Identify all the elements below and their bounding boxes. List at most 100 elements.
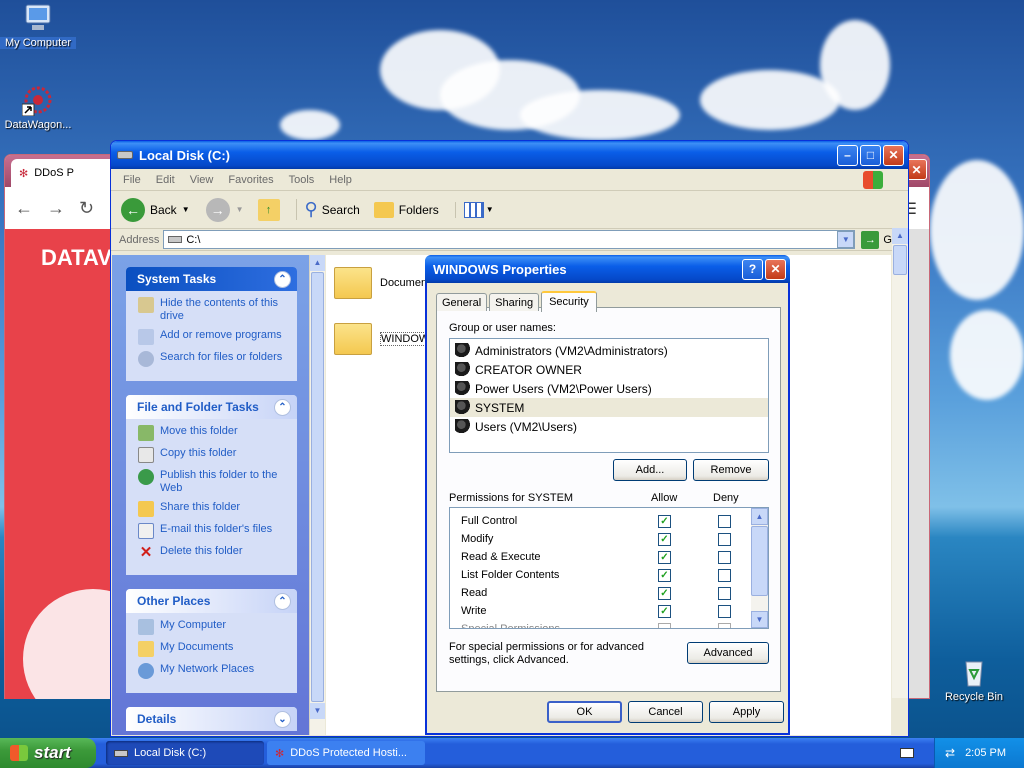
permissions-scrollbar[interactable]: ▲ ▼ [751,508,768,628]
scroll-thumb[interactable] [893,245,907,275]
collapse-chevron-icon[interactable]: ⌃ [274,592,291,610]
deny-checkbox[interactable] [718,605,731,618]
allow-checkbox[interactable]: ✓ [658,515,671,528]
browser-close-button[interactable]: ✕ [906,159,927,180]
place-my-network[interactable]: My Network Places [138,663,287,679]
scroll-down-arrow-icon[interactable]: ▼ [310,703,325,719]
collapse-chevron-icon[interactable]: ⌃ [274,270,291,288]
advanced-button[interactable]: Advanced [687,642,769,664]
task-email-files[interactable]: E-mail this folder's files [138,523,287,539]
user-list-item[interactable]: Users (VM2\Users) [450,417,768,436]
folders-button[interactable]: Folders [373,201,439,218]
task-move-folder[interactable]: Move this folder [138,425,287,441]
browser-tab[interactable]: ✻ DDoS P [11,159,121,187]
allow-checkbox[interactable]: ✓ [658,551,671,564]
users-list[interactable]: Administrators (VM2\Administrators) CREAT… [449,338,769,453]
menu-edit[interactable]: Edit [156,174,175,186]
properties-dialog[interactable]: WINDOWS Properties ? ✕ General Sharing S… [425,255,790,735]
task-pane-scrollbar[interactable]: ▲ ▼ [309,255,325,735]
tab-security[interactable]: Security [541,291,597,312]
dialog-titlebar[interactable]: WINDOWS Properties ? ✕ [425,255,790,283]
deny-checkbox[interactable] [718,533,731,546]
allow-checkbox[interactable]: ✓ [658,569,671,582]
user-list-item[interactable]: Power Users (VM2\Power Users) [450,379,768,398]
tab-general[interactable]: General [436,293,488,311]
task-copy-folder[interactable]: Copy this folder [138,447,287,463]
file-area-scrollbar[interactable]: ▲ [892,228,908,698]
task-search-files[interactable]: Search for files or folders [138,351,287,367]
deny-checkbox[interactable] [718,587,731,600]
menu-tools[interactable]: Tools [289,174,315,186]
task-publish-web[interactable]: Publish this folder to the Web [138,469,287,495]
drive-icon [114,749,128,757]
tab-sharing[interactable]: Sharing [489,293,540,311]
search-button[interactable]: ⚲ Search [295,199,360,220]
close-button[interactable]: ✕ [883,144,904,166]
taskbar-item-browser[interactable]: ✻ DDoS Protected Hosti... [267,741,425,765]
desktop-icon-my-computer[interactable]: My Computer [0,2,76,49]
close-button[interactable]: ✕ [765,258,786,280]
back-button[interactable]: ← Back ▼ [121,197,190,222]
desktop-icon-datawagon[interactable]: DataWagon... [0,84,76,131]
forward-button[interactable]: → [205,197,230,222]
menu-favorites[interactable]: Favorites [228,174,273,186]
copy-folder-icon [138,447,154,463]
desktop-icon-recycle-bin[interactable]: Recycle Bin [936,656,1012,703]
deny-checkbox[interactable] [718,569,731,582]
add-button[interactable]: Add... [613,459,687,481]
scroll-up-arrow-icon[interactable]: ▲ [892,228,908,244]
explorer-titlebar[interactable]: Local Disk (C:) – □ ✕ [111,141,908,169]
cancel-button[interactable]: Cancel [628,701,703,723]
menu-file[interactable]: File [123,174,141,186]
menu-help[interactable]: Help [329,174,352,186]
task-share-folder[interactable]: Share this folder [138,501,287,517]
task-add-remove-programs[interactable]: Add or remove programs [138,329,287,345]
allow-checkbox[interactable]: ✓ [658,533,671,546]
scroll-up-arrow-icon[interactable]: ▲ [310,255,325,271]
allow-checkbox[interactable]: ✓ [658,587,671,600]
user-list-item[interactable]: SYSTEM [450,398,768,417]
maximize-button[interactable]: □ [860,144,881,166]
deny-checkbox[interactable] [718,623,731,628]
system-tasks-header[interactable]: System Tasks ⌃ [126,267,297,291]
other-places-header[interactable]: Other Places ⌃ [126,589,297,613]
scroll-up-arrow-icon[interactable]: ▲ [751,508,768,525]
scroll-down-arrow-icon[interactable]: ▼ [751,611,768,628]
reload-icon[interactable]: ↻ [79,198,94,219]
apply-button[interactable]: Apply [709,701,784,723]
up-folder-button[interactable]: ↑ [257,198,280,221]
deny-checkbox[interactable] [718,515,731,528]
views-button[interactable]: ▼ [454,201,494,218]
chevron-down-icon[interactable]: ▼ [236,205,244,214]
file-folder-tasks-header[interactable]: File and Folder Tasks ⌃ [126,395,297,419]
menu-view[interactable]: View [190,174,214,186]
remove-button[interactable]: Remove [693,459,769,481]
task-delete-folder[interactable]: ✕ Delete this folder [138,545,287,561]
expand-chevron-icon[interactable]: ⌄ [274,710,291,728]
keyboard-icon[interactable] [900,748,914,758]
taskbar-item-explorer[interactable]: Local Disk (C:) [106,741,264,765]
minimize-button[interactable]: – [837,144,858,166]
file-item[interactable]: Documen [334,267,427,299]
forward-arrow-icon[interactable]: → [47,198,65,219]
back-arrow-icon[interactable]: ← [15,198,33,219]
start-button[interactable]: start [0,738,96,768]
place-my-documents[interactable]: My Documents [138,641,287,657]
user-list-item[interactable]: CREATOR OWNER [450,360,768,379]
file-item[interactable]: WINDOW [334,323,431,355]
details-header[interactable]: Details ⌄ [126,707,297,731]
place-my-computer[interactable]: My Computer [138,619,287,635]
collapse-chevron-icon[interactable]: ⌃ [274,398,291,416]
scroll-thumb[interactable] [311,272,324,702]
address-input[interactable]: C:\ ▼ [163,230,856,249]
ok-button[interactable]: OK [547,701,622,723]
allow-checkbox[interactable]: ✓ [658,605,671,618]
help-button[interactable]: ? [742,258,763,280]
deny-checkbox[interactable] [718,551,731,564]
address-dropdown-button[interactable]: ▼ [837,231,855,248]
scroll-thumb[interactable] [751,526,768,596]
network-icon[interactable]: ⇄ [945,746,955,760]
allow-checkbox[interactable] [658,623,671,628]
task-hide-contents[interactable]: Hide the contents of this drive [138,297,287,323]
user-list-item[interactable]: Administrators (VM2\Administrators) [450,341,768,360]
